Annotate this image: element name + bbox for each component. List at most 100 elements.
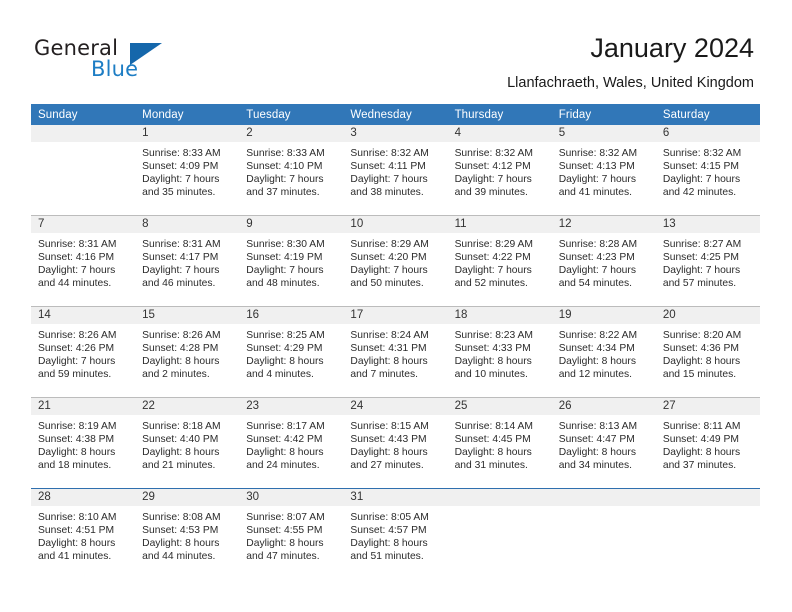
calendar-day-cell[interactable]: 30 Sunrise: 8:07 AM Sunset: 4:55 PM Dayligh… <box>239 488 344 579</box>
sunrise-text: Sunrise: 8:32 AM <box>558 148 638 159</box>
sunset-text: Sunset: 4:11 PM <box>350 161 426 173</box>
calendar-day-cell[interactable]: 8 Sunrise: 8:31 AM Sunset: 4:17 PM Daylight… <box>135 215 240 307</box>
calendar-day-cell[interactable]: 7 Sunrise: 8:31 AM Sunset: 4:16 PM Daylight… <box>31 215 136 307</box>
sunrise-text: Sunrise: 8:05 AM <box>350 512 429 523</box>
sunset-text: Sunset: 4:15 PM <box>662 161 739 173</box>
weekday-header-wednesday: Wednesday <box>343 104 448 125</box>
calendar-day-cell[interactable]: 5 Sunrise: 8:32 AM Sunset: 4:13 PM Daylight… <box>551 125 656 216</box>
daylight-text-line1: Daylight: 7 hours <box>350 174 428 186</box>
sunset-text: Sunset: 4:40 PM <box>142 434 219 446</box>
page-header: General Blue January 2024 Llanfachraeth,… <box>0 0 792 96</box>
calendar-day-cell[interactable]: 15 Sunrise: 8:26 AM Sunset: 4:28 PM Dayligh… <box>135 306 240 398</box>
day-number <box>551 489 656 506</box>
calendar-day-cell[interactable]: 22 Sunrise: 8:18 AM Sunset: 4:40 PM Dayligh… <box>135 397 240 489</box>
day-details: Sunrise: 8:05 AM Sunset: 4:57 PM Daylight:… <box>343 506 447 563</box>
calendar-day-cell-empty <box>551 488 656 579</box>
calendar-day-cell[interactable]: 28 Sunrise: 8:10 AM Sunset: 4:51 PM Dayligh… <box>31 488 136 579</box>
sunrise-text: Sunrise: 8:28 AM <box>558 239 638 250</box>
daylight-text-line1: Daylight: 8 hours <box>246 356 324 368</box>
sunrise-text: Sunrise: 8:14 AM <box>454 421 533 432</box>
calendar-day-cell[interactable]: 4 Sunrise: 8:32 AM Sunset: 4:12 PM Daylight… <box>447 125 552 216</box>
calendar-day-cell[interactable]: 13 Sunrise: 8:27 AM Sunset: 4:25 PM Dayligh… <box>655 215 760 307</box>
day-details: Sunrise: 8:18 AM Sunset: 4:40 PM Daylight:… <box>135 415 239 472</box>
calendar-header-row: Sunday Monday Tuesday Wednesday Thursday… <box>31 104 760 125</box>
calendar-day-cell[interactable]: 9 Sunrise: 8:30 AM Sunset: 4:19 PM Daylight… <box>239 215 344 307</box>
calendar-day-cell[interactable]: 29 Sunrise: 8:08 AM Sunset: 4:53 PM Dayligh… <box>135 488 240 579</box>
daylight-text-line1: Daylight: 7 hours <box>38 265 116 277</box>
daylight-text-line2: and 2 minutes. <box>142 369 210 381</box>
calendar-day-cell[interactable]: 31 Sunrise: 8:05 AM Sunset: 4:57 PM Dayligh… <box>343 488 448 579</box>
sunrise-text: Sunrise: 8:33 AM <box>246 148 325 159</box>
calendar-day-cell[interactable]: 3 Sunrise: 8:32 AM Sunset: 4:11 PM Daylight… <box>343 125 448 216</box>
day-number: 3 <box>343 125 448 142</box>
daylight-text-line2: and 31 minutes. <box>454 460 528 472</box>
calendar-day-cell[interactable]: 24 Sunrise: 8:15 AM Sunset: 4:43 PM Dayligh… <box>343 397 448 489</box>
day-details: Sunrise: 8:33 AM Sunset: 4:09 PM Daylight:… <box>135 142 239 199</box>
sunset-text: Sunset: 4:12 PM <box>454 161 531 173</box>
sunrise-text: Sunrise: 8:24 AM <box>350 330 429 341</box>
sunset-text: Sunset: 4:33 PM <box>454 343 531 355</box>
calendar-day-cell[interactable]: 17 Sunrise: 8:24 AM Sunset: 4:31 PM Dayligh… <box>343 306 448 398</box>
calendar-day-cell-empty <box>31 125 136 216</box>
sunset-text: Sunset: 4:53 PM <box>142 525 219 537</box>
sunrise-text: Sunrise: 8:07 AM <box>246 512 325 523</box>
day-number: 10 <box>343 216 448 233</box>
daylight-text-line1: Daylight: 8 hours <box>38 538 116 550</box>
day-number: 21 <box>31 398 136 415</box>
calendar-day-cell[interactable]: 1 Sunrise: 8:33 AM Sunset: 4:09 PM Daylight… <box>135 125 240 216</box>
page-title: January 2024 <box>590 33 754 63</box>
daylight-text-line2: and 37 minutes. <box>662 460 737 472</box>
calendar-day-cell[interactable]: 25 Sunrise: 8:14 AM Sunset: 4:45 PM Dayligh… <box>447 397 552 489</box>
sunrise-text: Sunrise: 8:26 AM <box>38 330 117 341</box>
daylight-text-line2: and 48 minutes. <box>246 278 320 290</box>
sunrise-text: Sunrise: 8:32 AM <box>454 148 533 159</box>
daylight-text-line2: and 41 minutes. <box>558 187 632 199</box>
calendar-day-cell[interactable]: 14 Sunrise: 8:26 AM Sunset: 4:26 PM Dayligh… <box>31 306 136 398</box>
calendar-day-cell[interactable]: 18 Sunrise: 8:23 AM Sunset: 4:33 PM Dayligh… <box>447 306 552 398</box>
calendar-day-cell[interactable]: 2 Sunrise: 8:33 AM Sunset: 4:10 PM Daylight… <box>239 125 344 216</box>
sunset-text: Sunset: 4:23 PM <box>558 252 635 264</box>
day-details: Sunrise: 8:10 AM Sunset: 4:51 PM Daylight:… <box>31 506 135 563</box>
calendar-day-cell[interactable]: 19 Sunrise: 8:22 AM Sunset: 4:34 PM Dayligh… <box>551 306 656 398</box>
daylight-text-line2: and 52 minutes. <box>454 278 528 290</box>
daylight-text-line2: and 42 minutes. <box>662 187 737 199</box>
day-number: 14 <box>31 307 136 324</box>
calendar-day-cell[interactable]: 11 Sunrise: 8:29 AM Sunset: 4:22 PM Dayligh… <box>447 215 552 307</box>
calendar-day-cell[interactable]: 16 Sunrise: 8:25 AM Sunset: 4:29 PM Dayligh… <box>239 306 344 398</box>
calendar-day-cell[interactable]: 26 Sunrise: 8:13 AM Sunset: 4:47 PM Dayligh… <box>551 397 656 489</box>
daylight-text-line1: Daylight: 7 hours <box>662 174 741 186</box>
daylight-text-line2: and 34 minutes. <box>558 460 632 472</box>
day-number: 2 <box>239 125 344 142</box>
calendar-day-cell[interactable]: 6 Sunrise: 8:32 AM Sunset: 4:15 PM Daylight… <box>655 125 760 216</box>
calendar-day-cell[interactable]: 12 Sunrise: 8:28 AM Sunset: 4:23 PM Dayligh… <box>551 215 656 307</box>
sunrise-text: Sunrise: 8:11 AM <box>662 421 741 432</box>
daylight-text-line1: Daylight: 8 hours <box>558 356 636 368</box>
calendar-week-row: 7 Sunrise: 8:31 AM Sunset: 4:16 PM Daylight… <box>31 215 760 307</box>
general-blue-logo[interactable]: General Blue <box>34 36 174 84</box>
daylight-text-line1: Daylight: 8 hours <box>454 447 532 459</box>
day-number: 22 <box>135 398 240 415</box>
calendar-day-cell[interactable]: 27 Sunrise: 8:11 AM Sunset: 4:49 PM Dayligh… <box>655 397 760 489</box>
sunrise-text: Sunrise: 8:29 AM <box>454 239 533 250</box>
daylight-text-line1: Daylight: 8 hours <box>142 538 220 550</box>
daylight-text-line1: Daylight: 7 hours <box>558 265 636 277</box>
day-details: Sunrise: 8:31 AM Sunset: 4:16 PM Daylight:… <box>31 233 135 290</box>
daylight-text-line2: and 7 minutes. <box>350 369 418 381</box>
calendar-day-cell[interactable]: 23 Sunrise: 8:17 AM Sunset: 4:42 PM Dayligh… <box>239 397 344 489</box>
sunrise-text: Sunrise: 8:31 AM <box>142 239 221 250</box>
calendar-day-cell[interactable]: 10 Sunrise: 8:29 AM Sunset: 4:20 PM Dayligh… <box>343 215 448 307</box>
sunrise-text: Sunrise: 8:31 AM <box>38 239 117 250</box>
day-details: Sunrise: 8:30 AM Sunset: 4:19 PM Daylight:… <box>239 233 343 290</box>
calendar-day-cell[interactable]: 21 Sunrise: 8:19 AM Sunset: 4:38 PM Dayligh… <box>31 397 136 489</box>
sunset-text: Sunset: 4:47 PM <box>558 434 635 446</box>
day-details: Sunrise: 8:23 AM Sunset: 4:33 PM Daylight:… <box>448 324 552 381</box>
day-number: 27 <box>655 398 760 415</box>
calendar-day-cell[interactable]: 20 Sunrise: 8:20 AM Sunset: 4:36 PM Dayligh… <box>655 306 760 398</box>
logo-text-blue: Blue <box>91 57 139 81</box>
day-number: 18 <box>447 307 552 324</box>
daylight-text-line2: and 50 minutes. <box>350 278 424 290</box>
daylight-text-line1: Daylight: 8 hours <box>558 447 636 459</box>
day-number: 31 <box>343 489 448 506</box>
sunrise-text: Sunrise: 8:29 AM <box>350 239 429 250</box>
sunrise-text: Sunrise: 8:30 AM <box>246 239 325 250</box>
